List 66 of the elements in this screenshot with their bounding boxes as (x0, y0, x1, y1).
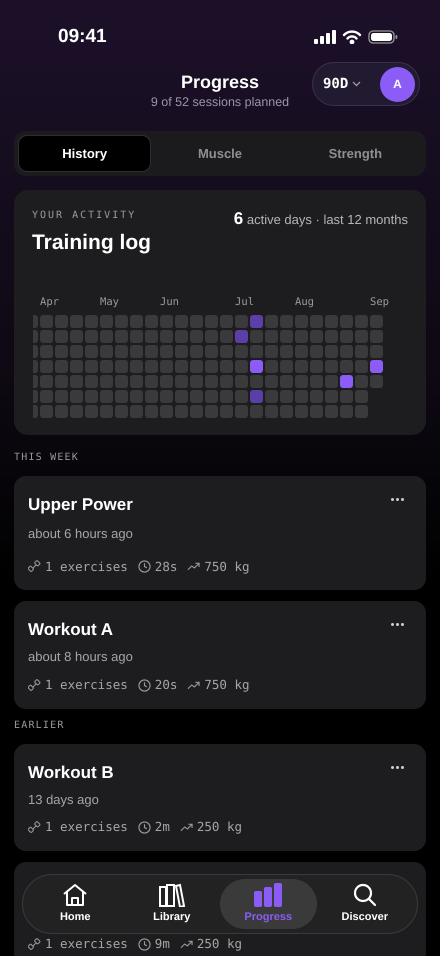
trending-up-icon (187, 680, 200, 690)
segment-tab[interactable]: Strength (288, 135, 422, 172)
segment-tab[interactable]: Muscle (153, 135, 287, 172)
avatar[interactable]: A (380, 66, 415, 102)
wifi-icon (342, 30, 362, 44)
segment-tab[interactable]: History (18, 135, 152, 172)
dumbbell-icon (28, 678, 41, 692)
workout-card[interactable]: Workout B 13 days ago 1 exercises 2m 250 kg (14, 744, 426, 851)
clock-icon (138, 678, 151, 692)
month-label: Sep (370, 294, 389, 310)
range-dropdown[interactable]: 90D (323, 74, 362, 94)
more-icon[interactable] (391, 766, 404, 768)
clock-icon (138, 820, 151, 834)
workout-card[interactable]: Workout A about 8 hours ago 1 exercises 20s 750 kg (14, 601, 426, 708)
workout-time: about 8 hours ago (28, 648, 134, 666)
battery-icon (368, 30, 398, 44)
workout-stat: 9m (154, 934, 170, 953)
tab-bar-item[interactable]: Discover (316, 879, 413, 929)
trending-up-icon (187, 562, 200, 572)
month-label: Jul (235, 294, 254, 310)
search-icon (352, 882, 377, 907)
workout-stat: 28s (154, 558, 178, 576)
workout-stat: 750 kg (204, 676, 250, 694)
signal-icon (314, 30, 336, 44)
workout-title: Workout A (28, 619, 113, 642)
more-icon[interactable] (391, 498, 404, 501)
card-eyebrow: YOUR ACTIVITY (32, 209, 138, 223)
workout-stat: 250 kg (196, 818, 242, 836)
activity-summary: 6 active days · last 12 months (234, 208, 408, 230)
section-heading: EARLIER (13, 718, 66, 732)
workout-title: Workout B (28, 762, 114, 784)
workout-stat: 2m (154, 818, 170, 836)
dumbbell-icon (28, 938, 41, 951)
workout-title: Upper Power (28, 494, 133, 516)
page-title: Progress (180, 71, 260, 94)
workout-card[interactable]: Upper Power about 6 hours ago 1 exercises 28s 750 kg (14, 476, 426, 590)
home-icon (62, 882, 88, 907)
section-heading: THIS WEEK (13, 451, 80, 465)
month-label: Aug (295, 294, 314, 310)
chevron-down-icon (352, 81, 362, 87)
clock-icon (138, 560, 151, 574)
dumbbell-icon (28, 820, 41, 834)
workout-stat: 1 exercises (45, 558, 128, 576)
tab-bar-item[interactable]: Library (124, 879, 220, 929)
dumbbell-icon (28, 560, 41, 574)
card-title: Training log (32, 230, 151, 256)
trending-up-icon (180, 822, 193, 832)
month-label: May (100, 294, 119, 310)
workout-stat: 1 exercises (45, 676, 128, 694)
status-time: 09:41 (58, 24, 107, 49)
page-subtitle: 9 of 52 sessions planned (150, 94, 290, 110)
clock-icon (138, 938, 151, 951)
books-icon (158, 882, 186, 907)
month-label: Jun (160, 294, 179, 310)
workout-stat: 1 exercises (45, 934, 128, 953)
workout-stat: 750 kg (204, 558, 250, 576)
workout-stat: 1 exercises (45, 818, 128, 836)
trending-up-icon (180, 940, 193, 949)
workout-time: 13 days ago (28, 790, 100, 809)
tab-bar-item[interactable]: Home (27, 879, 124, 929)
workout-time: about 6 hours ago (28, 525, 134, 543)
more-icon[interactable] (391, 623, 404, 626)
workout-stat: 250 kg (196, 934, 242, 953)
month-label: Apr (40, 294, 59, 310)
bar-chart-icon (253, 882, 284, 907)
workout-stat: 20s (154, 676, 178, 694)
